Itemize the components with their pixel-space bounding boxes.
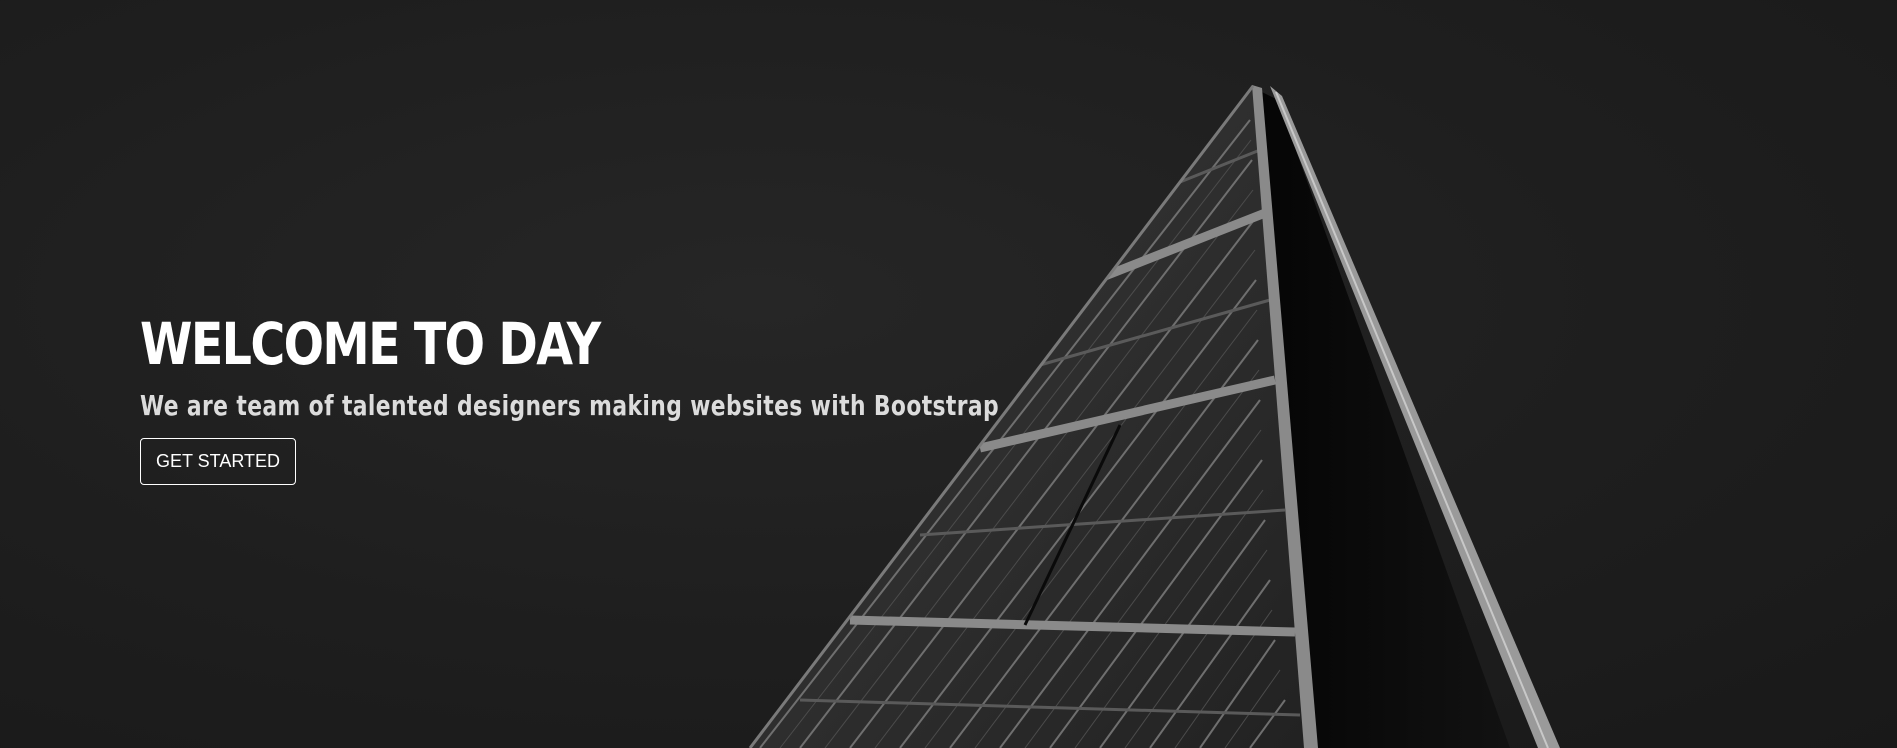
get-started-button[interactable]: GET STARTED — [140, 438, 297, 485]
hero-title: WELCOME TO DAY — [140, 310, 601, 378]
hero-content: WELCOME TO DAY We are team of talented d… — [140, 308, 1140, 485]
hero-section: WELCOME TO DAY We are team of talented d… — [0, 0, 1897, 748]
hero-subtitle: We are team of talented designers making… — [140, 389, 1000, 422]
